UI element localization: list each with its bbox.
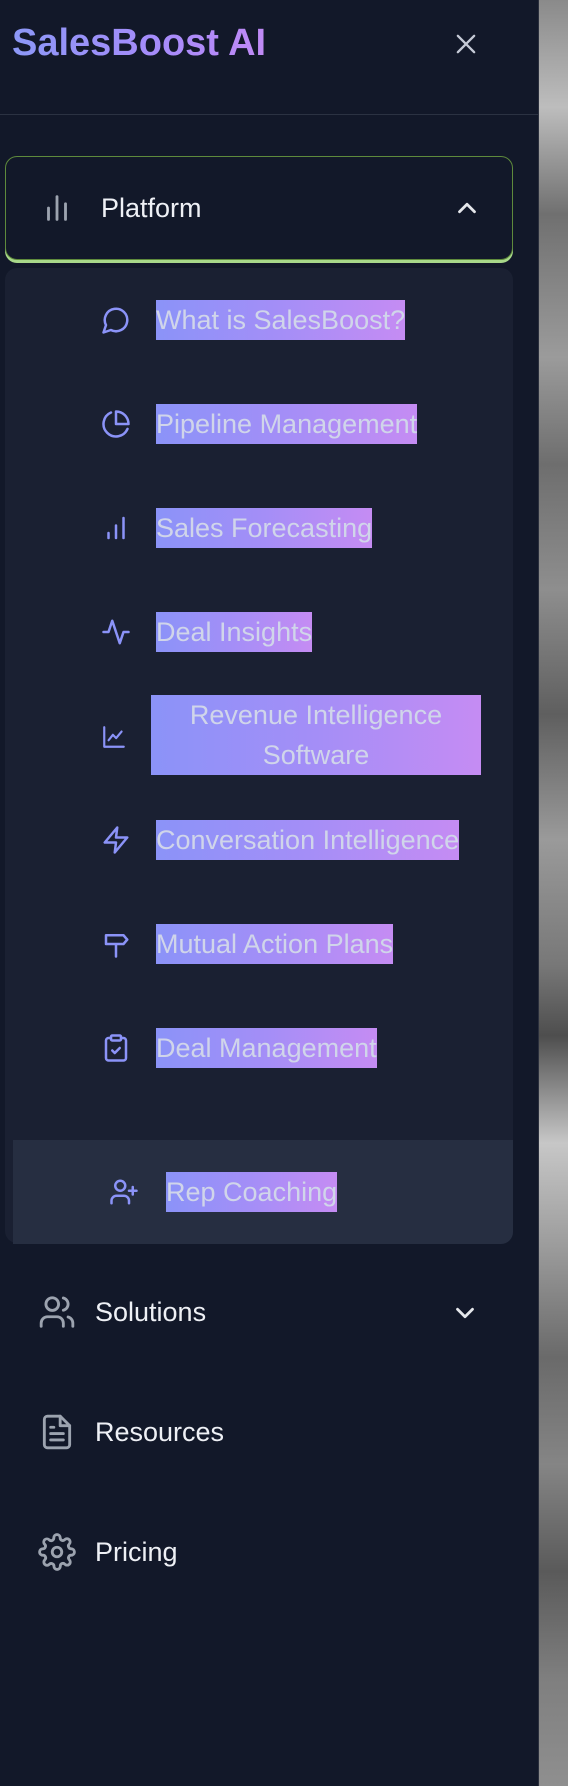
clipboard-check-icon bbox=[104, 1034, 128, 1062]
platform-submenu: What is SalesBoost? Pipeline Management … bbox=[5, 268, 513, 1244]
submenu-item-deal-insights[interactable]: Deal Insights bbox=[5, 580, 513, 684]
submenu-item-label: Revenue Intelligence Software bbox=[151, 695, 481, 775]
nav-pricing-link[interactable]: Pricing bbox=[0, 1507, 538, 1597]
nav-solutions-label: Solutions bbox=[95, 1297, 207, 1327]
signpost-icon bbox=[104, 934, 129, 958]
users-icon bbox=[39, 1296, 75, 1328]
nav-resources-link[interactable]: Resources bbox=[0, 1387, 538, 1477]
submenu-item-label: Deal Management bbox=[156, 1028, 377, 1068]
submenu-item-label: Deal Insights bbox=[156, 612, 313, 652]
zap-icon bbox=[103, 826, 129, 854]
nav-pricing-label: Pricing bbox=[95, 1537, 178, 1567]
close-button[interactable] bbox=[446, 24, 486, 64]
nav-solutions-toggle[interactable]: Solutions bbox=[0, 1267, 538, 1357]
submenu-item-label: Sales Forecasting bbox=[156, 508, 373, 548]
chevron-up-icon bbox=[458, 202, 476, 214]
message-circle-icon bbox=[102, 307, 129, 334]
line-chart-icon bbox=[103, 726, 125, 748]
submenu-item-label: What is SalesBoost? bbox=[156, 300, 406, 340]
submenu-item-revenue-intelligence[interactable]: Revenue Intelligence Software bbox=[5, 684, 513, 788]
gear-icon bbox=[38, 1533, 76, 1571]
submenu-item-sales-forecasting[interactable]: Sales Forecasting bbox=[5, 476, 513, 580]
submenu-item-deal-management[interactable]: Deal Management bbox=[5, 996, 513, 1100]
user-plus-icon bbox=[110, 1179, 138, 1205]
close-icon bbox=[456, 34, 476, 54]
pie-chart-icon bbox=[102, 410, 130, 438]
drawer-header: SalesBoost AI bbox=[0, 0, 538, 115]
submenu-item-mutual-action-plans[interactable]: Mutual Action Plans bbox=[5, 892, 513, 996]
brand-logo[interactable]: SalesBoost AI bbox=[12, 20, 266, 66]
nav-platform-label: Platform bbox=[101, 193, 202, 223]
chevron-down-icon bbox=[456, 1307, 474, 1319]
submenu-item-label: Conversation Intelligence bbox=[156, 820, 460, 860]
nav-resources-label: Resources bbox=[95, 1417, 225, 1447]
mobile-nav-drawer: SalesBoost AI Platform What is SalesBoos… bbox=[0, 0, 538, 1786]
bar-chart-icon bbox=[47, 195, 67, 221]
activity-icon bbox=[102, 619, 130, 645]
submenu-item-label: Mutual Action Plans bbox=[156, 924, 394, 964]
file-text-icon bbox=[42, 1414, 72, 1450]
page-backdrop-overlay[interactable] bbox=[538, 0, 568, 1786]
submenu-item-rep-coaching[interactable]: Rep Coaching bbox=[13, 1140, 513, 1244]
submenu-item-pipeline-management[interactable]: Pipeline Management bbox=[5, 372, 513, 476]
submenu-item-label: Rep Coaching bbox=[166, 1172, 338, 1212]
bar-chart-icon bbox=[107, 516, 125, 540]
submenu-item-what-is-salesboost[interactable]: What is SalesBoost? bbox=[5, 268, 513, 372]
submenu-item-conversation-intelligence[interactable]: Conversation Intelligence bbox=[5, 788, 513, 892]
nav-platform-toggle[interactable]: Platform bbox=[5, 156, 513, 260]
submenu-item-label: Pipeline Management bbox=[156, 404, 418, 444]
